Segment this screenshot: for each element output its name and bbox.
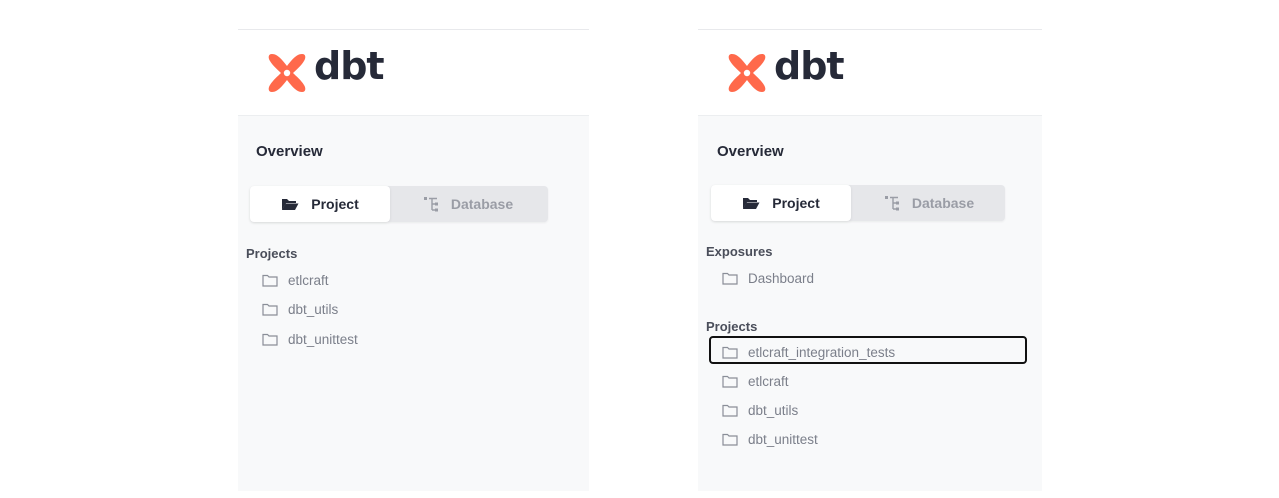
overview-title: Overview <box>256 143 323 160</box>
project-item-label: etlcraft <box>288 272 329 288</box>
project-item-label: dbt_utils <box>748 402 799 418</box>
tab-project[interactable]: Project <box>711 185 851 221</box>
exposures-section-title: Exposures <box>706 244 773 259</box>
project-item-etlcraft[interactable]: etlcraft <box>722 370 789 392</box>
tab-project-label: Project <box>311 196 359 212</box>
folder-icon <box>722 433 738 446</box>
view-tabs: Project Database <box>711 185 1005 221</box>
exposure-item-label: Dashboard <box>748 270 815 286</box>
tab-project-label: Project <box>772 195 820 211</box>
logo-bar: dbt <box>698 30 1042 116</box>
tab-project[interactable]: Project <box>250 186 390 222</box>
dbt-wordmark: dbt <box>774 44 845 88</box>
overview-title: Overview <box>717 143 784 160</box>
tab-database-label: Database <box>450 196 514 212</box>
tree-structure-icon <box>423 197 438 212</box>
folder-icon <box>262 303 278 316</box>
tree-structure-icon <box>884 196 899 211</box>
view-tabs: Project Database <box>250 186 548 222</box>
right-sidebar-panel: dbt Overview Project Database Exposures … <box>698 29 1042 491</box>
folder-icon <box>262 333 278 346</box>
project-item-label: dbt_unittest <box>748 431 818 447</box>
project-item-dbt-unittest[interactable]: dbt_unittest <box>262 328 358 350</box>
dbt-logo-icon <box>728 54 766 92</box>
dbt-logo-icon <box>268 54 306 92</box>
project-item-dbt-unittest[interactable]: dbt_unittest <box>722 428 818 450</box>
tab-database-label: Database <box>911 195 975 211</box>
folder-icon <box>722 404 738 417</box>
project-item-etlcraft-integration-tests[interactable]: etlcraft_integration_tests <box>722 341 895 363</box>
project-item-label: etlcraft <box>748 373 789 389</box>
project-item-dbt-utils[interactable]: dbt_utils <box>262 298 338 320</box>
logo-bar: dbt <box>238 30 589 116</box>
tab-database[interactable]: Database <box>859 185 999 221</box>
project-item-dbt-utils[interactable]: dbt_utils <box>722 399 798 421</box>
tab-database[interactable]: Database <box>398 186 538 222</box>
left-sidebar-panel: dbt Overview Project Database Projects e… <box>238 29 589 491</box>
project-item-label: etlcraft_integration_tests <box>748 344 896 360</box>
exposure-item-dashboard[interactable]: Dashboard <box>722 267 814 289</box>
dbt-wordmark: dbt <box>314 44 385 88</box>
project-item-etlcraft[interactable]: etlcraft <box>262 269 329 291</box>
folder-open-icon <box>282 199 299 210</box>
project-item-label: dbt_unittest <box>288 331 358 347</box>
folder-icon <box>722 375 738 388</box>
folder-icon <box>262 274 278 287</box>
folder-open-icon <box>743 198 760 209</box>
project-item-label: dbt_utils <box>288 301 339 317</box>
folder-icon <box>722 272 738 285</box>
projects-section-title: Projects <box>706 319 758 334</box>
folder-icon <box>722 346 738 359</box>
projects-section-title: Projects <box>246 246 298 261</box>
